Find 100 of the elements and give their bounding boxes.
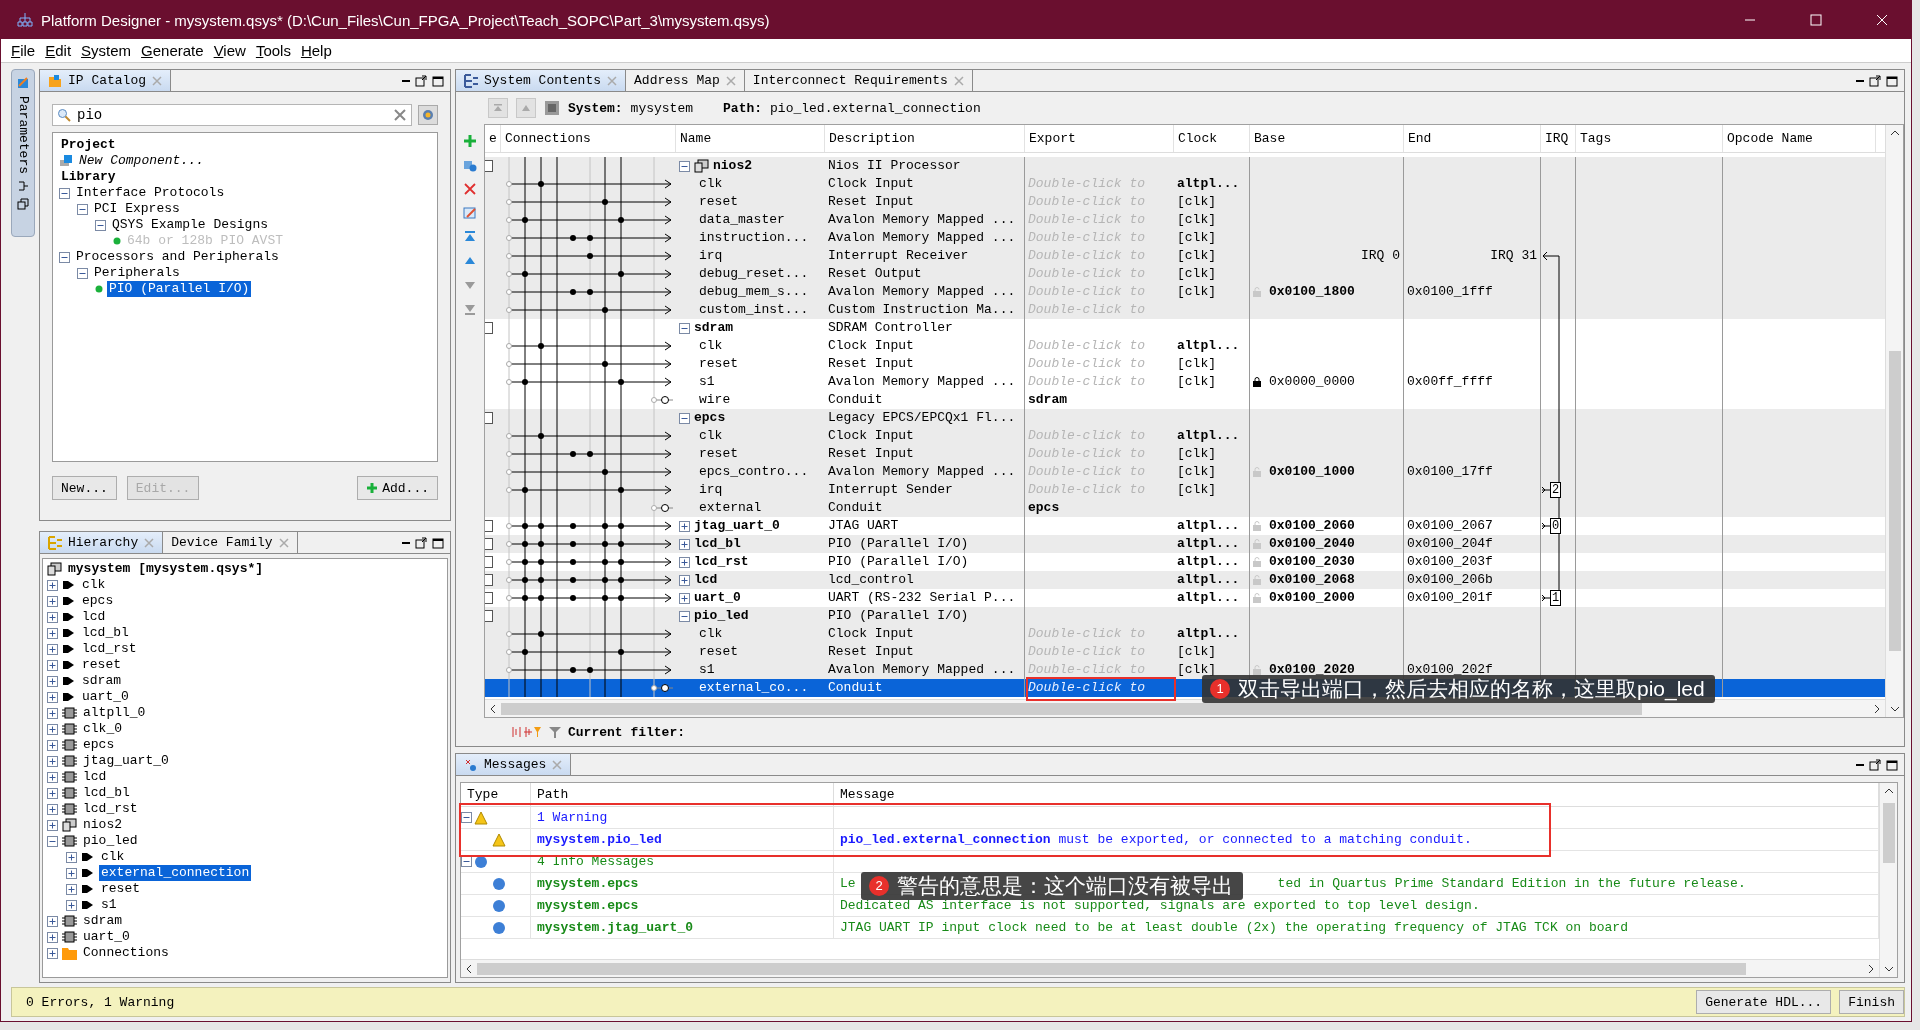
close-icon [463, 182, 477, 196]
tree-item[interactable]: clk [80, 577, 108, 593]
use-checkbox[interactable] [485, 538, 493, 550]
message-path: mysystem.epcs [537, 876, 639, 891]
expand-icon [47, 819, 58, 831]
menu-item[interactable]: System [81, 42, 132, 59]
column-header[interactable]: Type [461, 783, 531, 806]
tree-root[interactable]: mysystem [mysystem.qsys*] [66, 561, 266, 577]
column-header[interactable]: e [485, 125, 501, 152]
table-row[interactable]: lcd lcd_control altpl... 0x0100_2068 0x0100_206b [485, 571, 1885, 589]
tree-item[interactable]: Processors and Peripherals [74, 249, 281, 265]
tab[interactable]: System Contents [456, 70, 627, 91]
column-header[interactable]: Name [676, 125, 825, 152]
tree-item[interactable]: lcd [81, 769, 109, 785]
name-cell: clk [699, 625, 723, 643]
tree-item[interactable]: reset [99, 881, 142, 897]
tree-item[interactable]: Interface Protocols [74, 185, 227, 201]
tree-item[interactable]: pio_led [81, 833, 140, 849]
tree-item[interactable]: uart_0 [81, 929, 132, 945]
tree-item[interactable]: QSYS Example Designs [110, 217, 271, 233]
tree-item[interactable]: clk [99, 849, 127, 865]
tree-item[interactable]: PCI Express [92, 201, 182, 217]
scroll-thumb[interactable] [501, 702, 1643, 715]
scroll-thumb[interactable] [1888, 351, 1901, 651]
menu-item[interactable]: Generate [141, 42, 204, 59]
vertical-scrollbar[interactable] [1879, 783, 1897, 977]
tree-item[interactable]: lcd_rst [81, 801, 140, 817]
use-checkbox[interactable] [485, 412, 493, 424]
column-header[interactable]: Description [825, 125, 1025, 152]
column-header[interactable]: Base [1250, 125, 1404, 152]
table-row[interactable]: external Conduit epcs [485, 499, 1885, 517]
tree-item[interactable]: Connections [81, 945, 171, 961]
tree-item[interactable]: lcd [80, 609, 108, 625]
top-level-button[interactable] [488, 98, 508, 118]
tree-item[interactable]: lcd_bl [81, 785, 132, 801]
tree-item[interactable]: s1 [99, 897, 119, 913]
tree-item[interactable]: lcd_bl [80, 625, 131, 641]
table-row[interactable]: nios2 Nios II Processor [485, 157, 1885, 175]
use-checkbox[interactable] [485, 520, 493, 532]
export-cell[interactable]: sdram [1028, 391, 1067, 409]
minimize-icon [402, 541, 410, 544]
up-level-button[interactable] [516, 98, 536, 118]
column-header[interactable]: Tags [1576, 125, 1723, 152]
catalog-button[interactable]: Add... [357, 476, 438, 500]
column-header[interactable]: Clock [1174, 125, 1250, 152]
column-header[interactable]: End [1404, 125, 1541, 152]
horizontal-scrollbar[interactable] [461, 959, 1879, 977]
tree-item[interactable]: sdram [81, 913, 124, 929]
scroll-thumb[interactable] [477, 962, 1746, 975]
column-header[interactable]: Export [1025, 125, 1174, 152]
menu-item[interactable]: File [11, 42, 36, 59]
use-checkbox[interactable] [485, 160, 493, 172]
tree-item[interactable]: nios2 [81, 817, 124, 833]
tree-item[interactable]: jtag_uart_0 [81, 753, 171, 769]
footer-button[interactable]: Finish [1839, 990, 1904, 1014]
column-header[interactable]: Connections [501, 125, 676, 152]
use-checkbox[interactable] [485, 556, 493, 568]
tab[interactable]: Hierarchy [40, 532, 164, 553]
footer-button[interactable]: Generate HDL... [1696, 990, 1832, 1014]
vertical-scrollbar[interactable] [1885, 125, 1903, 717]
tree-item[interactable]: sdram [80, 673, 123, 689]
search-field[interactable]: pio [52, 104, 412, 126]
tree-item[interactable]: external_connection [99, 865, 252, 881]
tree-item[interactable]: epcs [80, 593, 116, 609]
message-group[interactable]: 1 Warning [537, 810, 608, 825]
column-header[interactable]: Opcode Name [1723, 125, 1876, 152]
tab[interactable]: IP Catalog [40, 70, 171, 91]
tree-item[interactable]: Peripherals [92, 265, 182, 281]
tree-item[interactable]: reset [80, 657, 123, 673]
scroll-thumb[interactable] [1882, 803, 1895, 863]
use-checkbox[interactable] [485, 574, 493, 586]
settings-button[interactable] [418, 105, 438, 125]
use-checkbox[interactable] [485, 322, 493, 334]
tree-item[interactable]: lcd_rst [80, 641, 139, 657]
messages-icon [464, 757, 478, 772]
table-row[interactable]: pio_led PIO (Parallel I/O) [485, 607, 1885, 625]
tab[interactable]: Messages [456, 754, 572, 775]
use-checkbox[interactable] [485, 610, 493, 622]
menu-item[interactable]: View [213, 42, 246, 59]
horizontal-scrollbar[interactable] [485, 699, 1885, 717]
tree-item[interactable]: clk_0 [81, 721, 124, 737]
detach-icon [415, 536, 427, 549]
table-row[interactable]: epcs Legacy EPCS/EPCQx1 Fl... [485, 409, 1885, 427]
tree-item[interactable]: uart_0 [80, 689, 131, 705]
tree-item[interactable]: New Component... [77, 153, 206, 169]
export-cell[interactable]: Double-click to [1028, 679, 1146, 697]
column-header[interactable]: Path [531, 783, 834, 806]
menu-item[interactable]: Edit [45, 42, 72, 59]
catalog-button[interactable]: New... [52, 476, 117, 500]
tree-item[interactable]: PIO (Parallel I/O) [107, 281, 252, 297]
menu-item[interactable]: Tools [255, 42, 291, 59]
name-cell: sdram [694, 319, 733, 337]
tree-item[interactable]: altpll_0 [81, 705, 148, 721]
name-cell: irq [699, 247, 723, 265]
menu-item[interactable]: Help [300, 42, 332, 59]
table-row[interactable]: lcd_bl PIO (Parallel I/O) altpl... 0x0100_2040 0x0100_204f [485, 535, 1885, 553]
use-checkbox[interactable] [485, 592, 493, 604]
column-header[interactable]: IRQ [1541, 125, 1576, 152]
tree-item[interactable]: epcs [81, 737, 117, 753]
export-cell[interactable]: epcs [1028, 499, 1060, 517]
